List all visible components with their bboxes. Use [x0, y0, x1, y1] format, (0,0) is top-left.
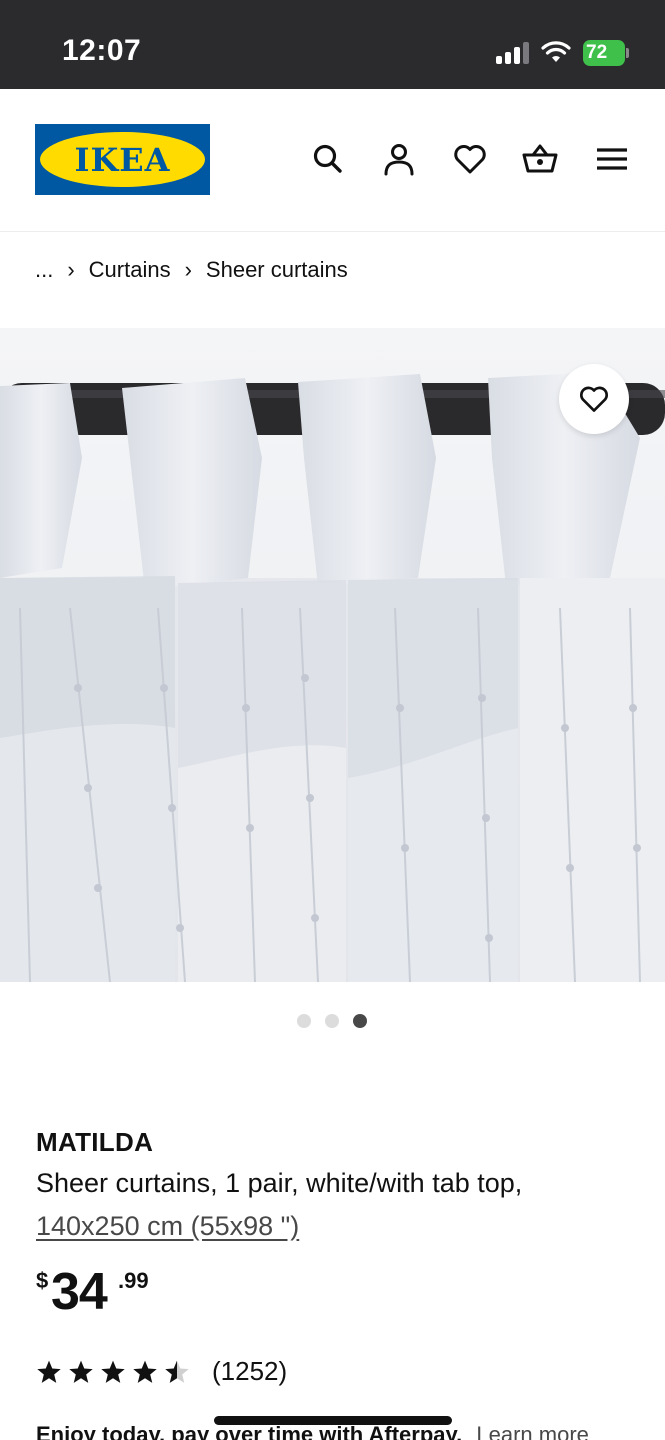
cart-icon[interactable] — [522, 141, 558, 177]
wifi-icon — [541, 41, 571, 62]
gallery-pagination — [297, 1014, 367, 1028]
chevron-right-icon: › — [67, 257, 75, 282]
product-size-link[interactable]: 140x250 cm (55x98 ") — [36, 1211, 299, 1242]
price-decimal: .99 — [118, 1268, 149, 1293]
breadcrumb-item-sheer-curtains[interactable]: Sheer curtains — [206, 257, 348, 283]
favorites-icon[interactable] — [452, 141, 488, 177]
star-full-icon — [133, 1360, 157, 1383]
product-image — [0, 328, 665, 982]
star-full-icon — [37, 1360, 61, 1383]
price-currency: $ — [36, 1268, 49, 1293]
pagination-dot[interactable] — [297, 1014, 311, 1028]
breadcrumb: ... › Curtains › Sheer curtains — [35, 256, 348, 284]
product-rating[interactable]: (1252) — [36, 1356, 287, 1387]
cellular-signal-icon — [496, 42, 530, 64]
star-full-icon — [101, 1360, 125, 1383]
rating-stars — [36, 1359, 190, 1385]
battery-level: 72 — [586, 42, 608, 63]
review-count: (1252) — [212, 1356, 288, 1386]
product-image-gallery[interactable] — [0, 328, 665, 982]
heart-icon — [580, 386, 608, 412]
search-icon[interactable] — [310, 141, 346, 177]
ikea-logo[interactable]: IKEA — [35, 124, 210, 195]
star-full-icon — [69, 1360, 93, 1383]
product-description: Sheer curtains, 1 pair, white/with tab t… — [36, 1168, 523, 1198]
product-name: MATILDA — [36, 1127, 154, 1157]
breadcrumb-ellipsis[interactable]: ... — [35, 257, 53, 283]
star-half-icon — [165, 1360, 189, 1383]
breadcrumb-item-curtains[interactable]: Curtains — [89, 257, 171, 283]
afterpay-learn-more-link[interactable]: Learn more — [476, 1422, 589, 1440]
add-to-favorites-button[interactable] — [559, 364, 629, 434]
price-integer: 34 — [51, 1263, 108, 1321]
logo-text: IKEA — [74, 141, 171, 179]
menu-icon[interactable] — [594, 141, 630, 177]
site-header: IKEA — [0, 89, 665, 232]
pagination-dot[interactable] — [325, 1014, 339, 1028]
chevron-right-icon: › — [184, 257, 192, 282]
status-bar: 12:07 72 — [0, 0, 665, 89]
account-icon[interactable] — [381, 141, 417, 177]
home-indicator — [214, 1416, 452, 1425]
battery-icon: 72 — [583, 40, 629, 66]
status-time: 12:07 — [62, 34, 142, 67]
pagination-dot-active[interactable] — [353, 1014, 367, 1028]
